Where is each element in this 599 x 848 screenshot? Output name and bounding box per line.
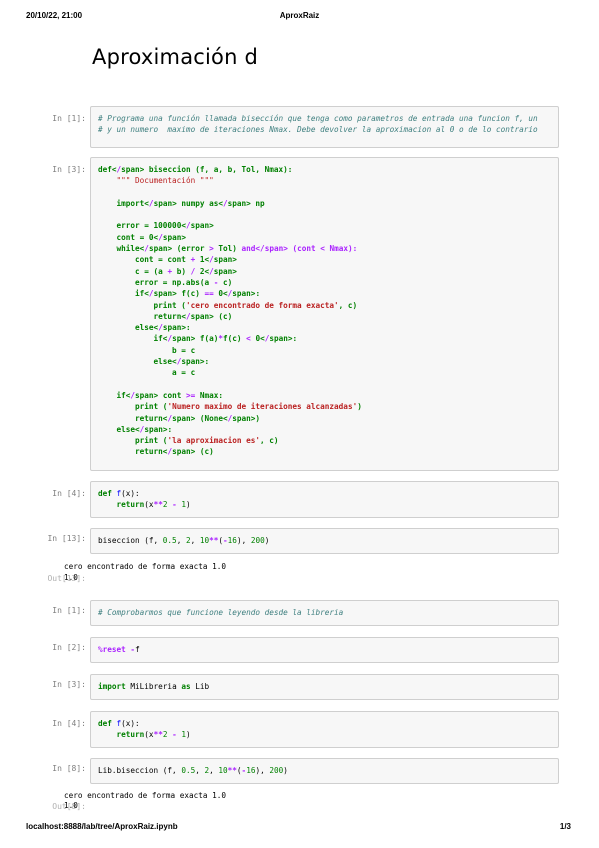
cell-prompt: In [2]: bbox=[52, 643, 86, 652]
code-line: print ('Numero maximo de iteraciones alc… bbox=[98, 402, 362, 412]
code-line: return</span> (c) bbox=[135, 447, 214, 457]
code-line: b = c bbox=[98, 345, 196, 355]
code-line: else</span>: if</span> f(a)*f(c) < 0</sp… bbox=[98, 323, 362, 457]
code-line: error = 100000</span> cont = 0</span> wh… bbox=[98, 221, 362, 457]
cell-prompt: In [3]: bbox=[52, 165, 86, 174]
print-footer: localhost:8888/lab/tree/AproxRaiz.ipynb … bbox=[26, 822, 573, 834]
code-line: cont = 0</span> while</span> (error > To… bbox=[98, 232, 362, 457]
code-input[interactable]: def f(x): return(x**2 - 1) bbox=[90, 481, 559, 518]
cell-prompt: In [3]: bbox=[52, 680, 86, 689]
code-line: # y un numero maximo de iteraciones Nmax… bbox=[98, 125, 538, 135]
code-line: return</span> (None</span>) else</span>:… bbox=[98, 413, 279, 457]
code-line: c = (a + b) / 2</span> error = np.abs(a … bbox=[98, 266, 362, 457]
code-input[interactable]: # Comprobarmos que funcione leyendo desd… bbox=[90, 600, 559, 626]
code-line: else</span>: print ('la aproximacion es'… bbox=[98, 424, 279, 457]
code-line: a = c bbox=[98, 368, 196, 378]
markdown-cell[interactable]: In [1]: # Comprobarmos que funcione leye… bbox=[28, 600, 559, 626]
code-line: import</span> numpy as</span> np error =… bbox=[98, 198, 362, 457]
code-block: def</span> biseccion (f, a, b, Tol, Nmax… bbox=[98, 164, 551, 458]
markdown-cell[interactable]: In [1]: # Programa una función llamada b… bbox=[28, 106, 559, 148]
print-title: AproxRaiz bbox=[279, 11, 320, 20]
code-line: """ Documentación """ bbox=[116, 176, 214, 186]
print-url: localhost:8888/lab/tree/AproxRaiz.ipynb bbox=[26, 822, 178, 831]
code-line: return</span> (c) else</span>: if</span>… bbox=[98, 311, 362, 457]
notebook-title: Aproximación d bbox=[92, 45, 259, 69]
cell-prompt: In [8]: bbox=[52, 764, 86, 773]
code-input[interactable]: import MiLibreria as Lib bbox=[90, 674, 559, 700]
code-cell[interactable]: In [8]: Lib.biseccion (f, 0.5, 2, 10**(-… bbox=[28, 758, 559, 784]
code-cell[interactable]: In [4]: def f(x): return(x**2 - 1) bbox=[28, 711, 559, 748]
cell-prompt: In [13]: bbox=[47, 534, 86, 543]
code-line: def</span> biseccion (f, a, b, Tol, Nmax… bbox=[98, 165, 362, 457]
code-line: # Comprobarmos que funcione leyendo desd… bbox=[98, 608, 344, 617]
code-input[interactable]: def f(x): return(x**2 - 1) bbox=[90, 711, 559, 748]
code-line: while</span> (error > Tol) and</span> (c… bbox=[98, 244, 362, 457]
code-line: else</span>: a = c if</span> cont >= Nma… bbox=[98, 357, 362, 457]
cell-prompt: In [4]: bbox=[52, 719, 86, 728]
code-line: print ('la aproximacion es', c) bbox=[98, 436, 279, 446]
page-number: 1/3 bbox=[559, 822, 571, 831]
cell-output: 1.0 bbox=[64, 573, 78, 582]
cell-prompt: In [1]: bbox=[52, 114, 86, 123]
code-line: if</span> f(a)*f(c) < 0</span>: b = c el… bbox=[98, 334, 362, 457]
code-input[interactable]: def</span> biseccion (f, a, b, Tol, Nmax… bbox=[90, 157, 559, 471]
code-line: if</span> cont >= Nmax: print ('Numero m… bbox=[98, 390, 362, 457]
code-cell[interactable]: In [3]: def</span> biseccion (f, a, b, T… bbox=[28, 157, 559, 471]
cell-prompt: In [1]: bbox=[52, 606, 86, 615]
code-cell[interactable]: In [13]: biseccion (f, 0.5, 2, 10**(-16)… bbox=[28, 528, 559, 554]
code-input[interactable]: # Programa una función llamada bisección… bbox=[90, 106, 559, 148]
cell-stdout: cero encontrado de forma exacta 1.0 bbox=[64, 562, 226, 571]
code-cell[interactable]: In [3]: import MiLibreria as Lib bbox=[28, 674, 559, 700]
code-input[interactable]: Lib.biseccion (f, 0.5, 2, 10**(-16), 200… bbox=[90, 758, 559, 784]
cell-prompt: In [4]: bbox=[52, 489, 86, 498]
code-line: if</span> f(c) == 0</span>: print ('cero… bbox=[98, 289, 362, 457]
code-line: # Programa una función llamada bisección… bbox=[98, 114, 538, 123]
print-header: 20/10/22, 21:00 AproxRaiz bbox=[26, 11, 573, 23]
code-line: print ('cero encontrado de forma exacta'… bbox=[98, 300, 358, 310]
code-input[interactable]: %reset -f bbox=[90, 637, 559, 663]
code-line: error = np.abs(a - c) bbox=[98, 277, 233, 287]
cell-stdout: cero encontrado de forma exacta 1.0 bbox=[64, 791, 226, 800]
code-input[interactable]: biseccion (f, 0.5, 2, 10**(-16), 200) bbox=[90, 528, 559, 554]
code-line: cont = cont + 1</span> c = (a + b) / 2</… bbox=[98, 255, 362, 457]
cell-output: 1.0 bbox=[64, 801, 78, 810]
code-cell[interactable]: In [2]: %reset -f bbox=[28, 637, 559, 663]
code-cell[interactable]: In [4]: def f(x): return(x**2 - 1) bbox=[28, 481, 559, 518]
